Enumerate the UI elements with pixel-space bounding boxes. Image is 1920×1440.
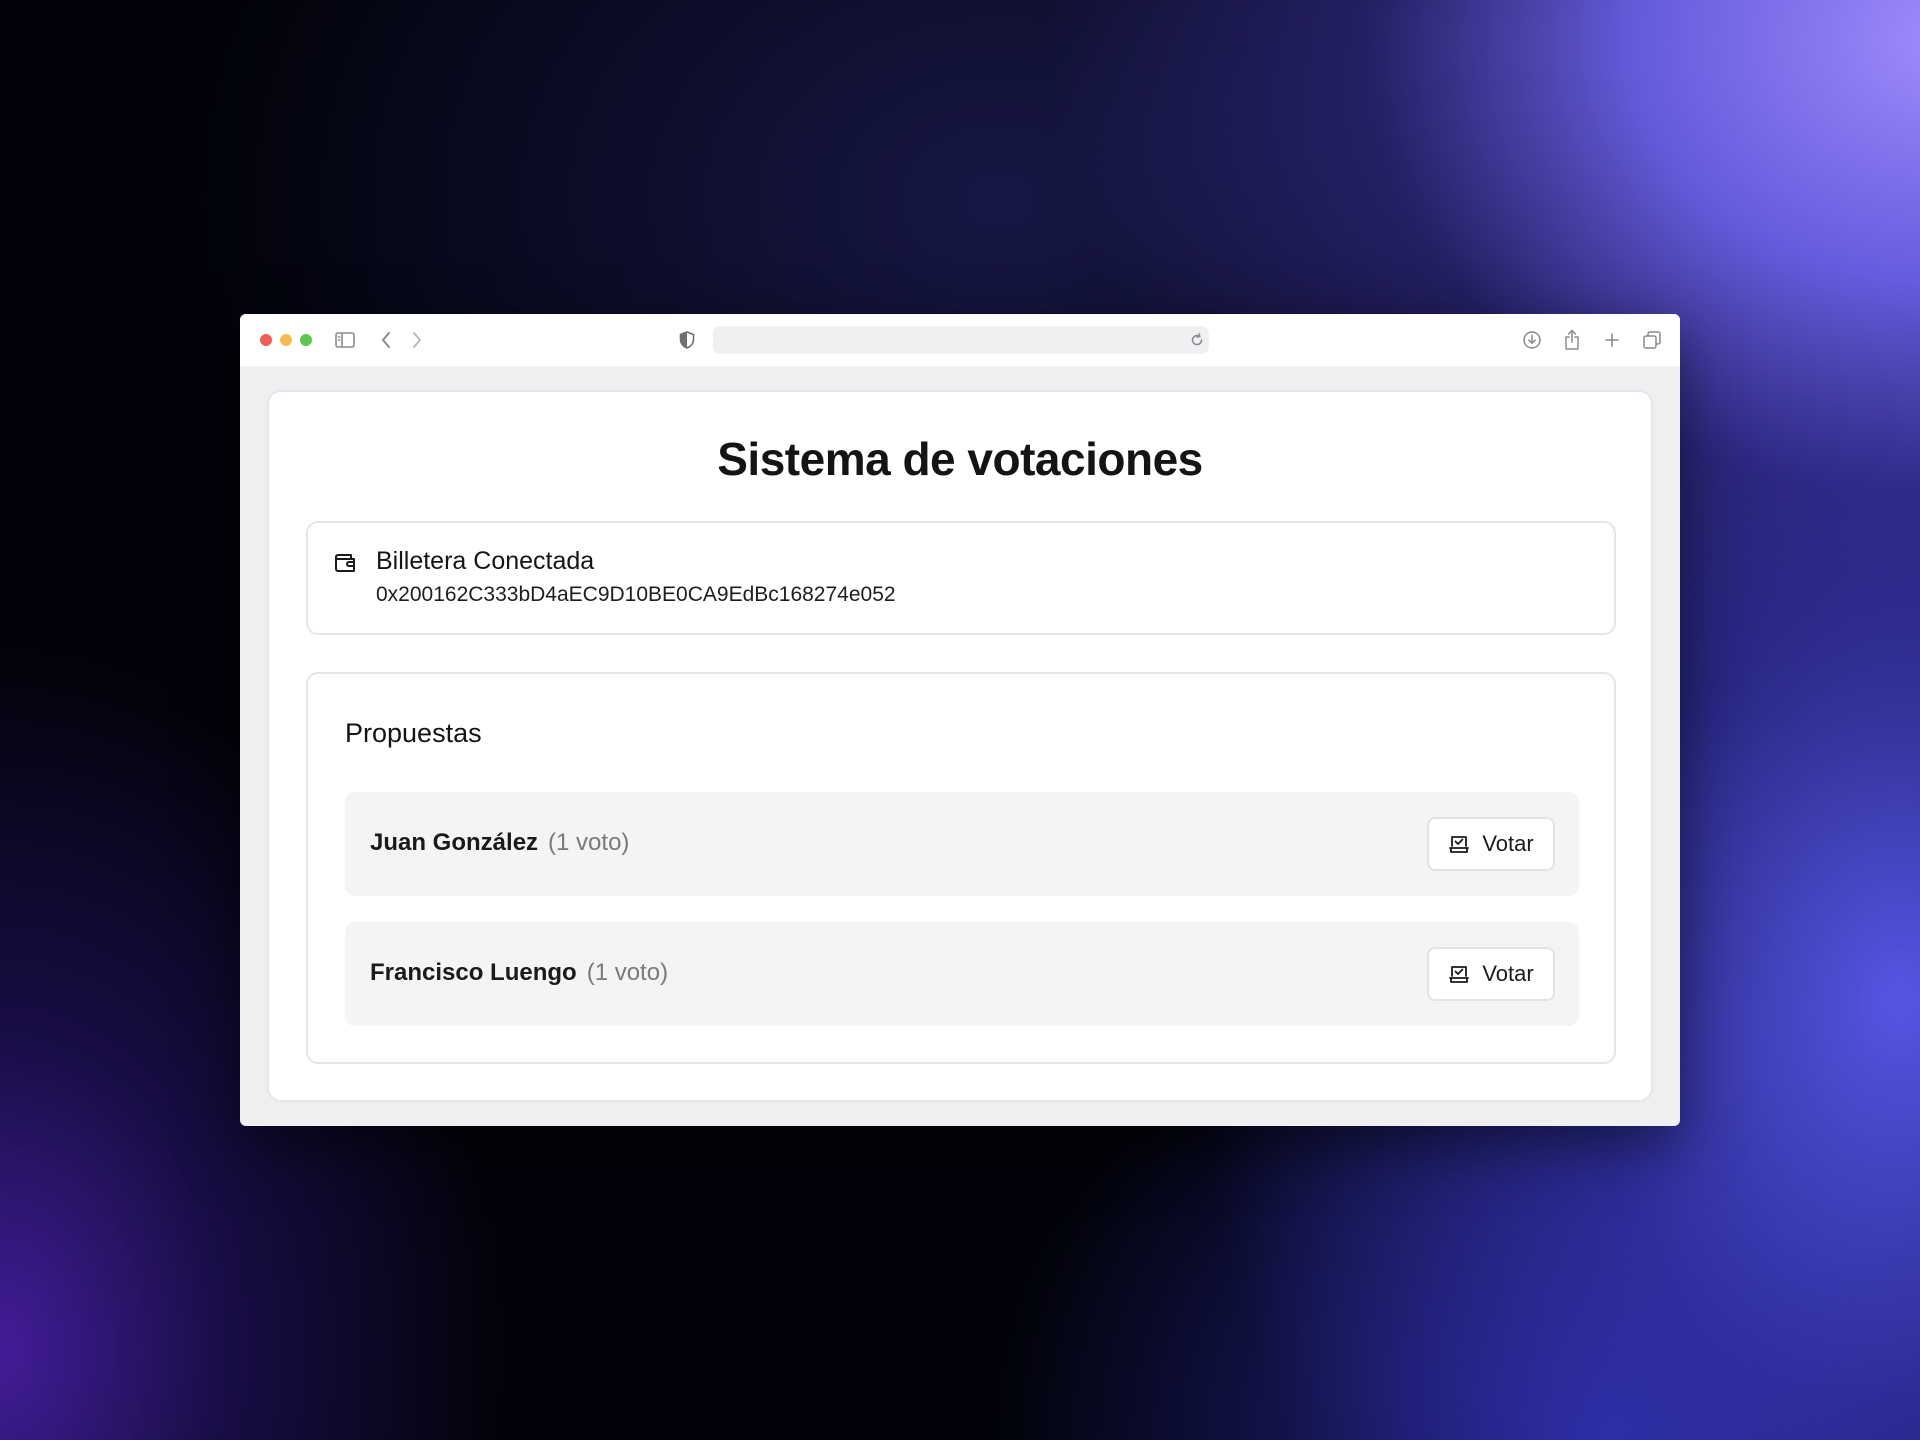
- wallet-address: 0x200162C333bD4aEC9D10BE0CA9EdBc168274e0…: [376, 583, 896, 606]
- ballot-box-icon: [1448, 833, 1470, 855]
- proposal-label: Juan González (1 voto): [370, 829, 629, 857]
- proposal-vote-count: (1 voto): [548, 829, 630, 856]
- minimize-window-button[interactable]: [280, 334, 292, 346]
- browser-window: Sistema de votaciones Billetera Conectad…: [240, 314, 1680, 1126]
- wallet-card: Billetera Conectada 0x200162C333bD4aEC9D…: [306, 521, 1616, 635]
- plus-icon[interactable]: [1600, 328, 1624, 352]
- vote-button-label: Votar: [1482, 831, 1534, 856]
- wallet-status-label: Billetera Conectada: [376, 547, 595, 575]
- close-window-button[interactable]: [260, 334, 272, 346]
- proposal-row: Francisco Luengo (1 voto) Votar: [345, 922, 1579, 1026]
- proposal-label: Francisco Luengo (1 voto): [370, 959, 668, 987]
- zoom-window-button[interactable]: [300, 334, 312, 346]
- sidebar-icon[interactable]: [333, 328, 357, 352]
- ballot-box-icon: [1448, 963, 1470, 985]
- vote-button[interactable]: Votar: [1427, 817, 1555, 871]
- proposal-name: Francisco Luengo: [370, 959, 577, 986]
- download-icon[interactable]: [1520, 328, 1544, 352]
- proposals-card: Propuestas Juan González (1 voto) Votar …: [306, 672, 1616, 1064]
- share-icon[interactable]: [1560, 328, 1584, 352]
- vote-button[interactable]: Votar: [1427, 947, 1555, 1001]
- browser-toolbar: [240, 314, 1680, 366]
- chevron-right-icon[interactable]: [405, 328, 429, 352]
- proposal-vote-count: (1 voto): [586, 959, 669, 986]
- tabs-overview-icon[interactable]: [1640, 328, 1664, 352]
- proposals-heading: Propuestas: [345, 718, 482, 748]
- page-title: Sistema de votaciones: [717, 433, 1203, 485]
- voting-app-card: Sistema de votaciones Billetera Conectad…: [267, 390, 1653, 1102]
- reload-icon[interactable]: [1189, 332, 1205, 348]
- vote-button-label: Votar: [1482, 961, 1534, 986]
- chevron-left-icon[interactable]: [374, 328, 398, 352]
- wallet-icon: [332, 549, 358, 575]
- shield-icon[interactable]: [675, 328, 699, 352]
- proposal-name: Juan González: [370, 829, 539, 856]
- address-bar[interactable]: [713, 326, 1209, 354]
- proposal-row: Juan González (1 voto) Votar: [345, 792, 1579, 896]
